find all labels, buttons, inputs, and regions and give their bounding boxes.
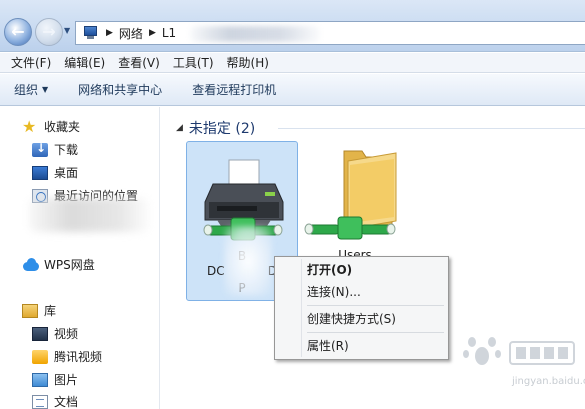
breadcrumb-separator-icon[interactable]: ▶ xyxy=(149,28,156,38)
folder-icon xyxy=(32,349,48,364)
nav-favorites-label: 收藏夹 xyxy=(44,120,81,134)
watermark-text: jingyan.baidu.com xyxy=(512,376,585,387)
desktop-icon xyxy=(32,165,48,180)
nav-library-label: 库 xyxy=(44,304,57,318)
video-library-icon xyxy=(32,326,48,341)
nav-wps-label: WPS网盘 xyxy=(44,258,95,272)
context-menu-separator xyxy=(307,332,444,333)
nav-videos[interactable]: 视频 xyxy=(32,325,78,342)
nav-favorites[interactable]: 收藏夹 xyxy=(22,117,81,136)
context-open[interactable]: 打开(O) xyxy=(277,259,446,281)
redacted-blur xyxy=(224,226,272,296)
group-divider xyxy=(278,128,585,129)
library-icon xyxy=(22,303,38,318)
address-bar[interactable]: ▶ 网络 ▶ L1 xyxy=(75,21,585,45)
menu-file[interactable]: 文件(F) xyxy=(6,54,56,71)
nav-downloads-label: 下载 xyxy=(54,143,79,157)
chevron-down-icon: ▼ xyxy=(42,85,49,94)
network-sharing-center-button[interactable]: 网络和共享中心 xyxy=(78,81,162,98)
redacted-blur xyxy=(28,198,150,232)
shared-folder-icon xyxy=(304,150,397,240)
organize-label: 组织 xyxy=(14,83,39,97)
menu-bar: 文件(F) 编辑(E) 查看(V) 工具(T) 帮助(H) xyxy=(0,53,585,73)
menu-tools[interactable]: 工具(T) xyxy=(168,54,219,71)
shared-folder-users[interactable]: Users xyxy=(300,141,410,262)
nav-desktop-label: 桌面 xyxy=(54,166,79,180)
group-title: 未指定 (2) xyxy=(188,121,256,137)
context-properties[interactable]: 属性(R) xyxy=(277,335,446,357)
network-icon xyxy=(82,26,100,40)
arrow-left-icon: ← xyxy=(11,22,25,41)
nav-videos-label: 视频 xyxy=(54,327,79,341)
breadcrumb-network[interactable]: 网络 xyxy=(119,25,143,42)
context-menu: 打开(O) 连接(N)... 创建快捷方式(S) 属性(R) xyxy=(274,256,449,360)
breadcrumb-computer[interactable]: L1 xyxy=(162,26,176,40)
breadcrumb-separator-icon[interactable]: ▶ xyxy=(106,28,113,38)
nav-pictures[interactable]: 图片 xyxy=(32,371,78,388)
nav-tencent-video[interactable]: 腾讯视频 xyxy=(32,348,102,365)
back-button[interactable]: ← xyxy=(4,18,32,46)
context-create-shortcut[interactable]: 创建快捷方式(S) xyxy=(277,308,446,330)
nav-documents[interactable]: 文档 xyxy=(32,393,78,409)
command-bar: 组织 ▼ 网络和共享中心 查看远程打印机 xyxy=(0,74,585,106)
nav-downloads[interactable]: 下载 xyxy=(32,141,78,158)
collapse-triangle-icon[interactable]: ◢ xyxy=(176,123,183,133)
context-menu-separator xyxy=(307,305,444,306)
nav-pictures-label: 图片 xyxy=(54,373,79,387)
baidu-jingyan-watermark: jingyan.baidu.com xyxy=(452,328,585,398)
organize-button[interactable]: 组织 ▼ xyxy=(14,81,48,98)
document-library-icon xyxy=(32,394,48,409)
downloads-folder-icon xyxy=(32,141,48,157)
star-icon xyxy=(22,117,38,136)
context-connect[interactable]: 连接(N)... xyxy=(277,281,446,303)
baidu-paw-logo-icon xyxy=(463,337,575,365)
arrow-right-icon: → xyxy=(42,22,56,41)
recent-pages-dropdown[interactable]: ▼ xyxy=(64,26,72,38)
nav-documents-label: 文档 xyxy=(54,395,79,409)
picture-library-icon xyxy=(32,372,48,387)
nav-desktop[interactable]: 桌面 xyxy=(32,164,78,181)
forward-button[interactable]: → xyxy=(35,18,63,46)
nav-library[interactable]: 库 xyxy=(22,302,56,319)
menu-help[interactable]: 帮助(H) xyxy=(222,54,274,71)
navigation-bar: ← → ▼ ▶ 网络 ▶ L1 xyxy=(0,0,585,52)
nav-wps-cloud[interactable]: WPS网盘 xyxy=(22,256,95,273)
nav-tencent-label: 腾讯视频 xyxy=(54,350,103,364)
cloud-icon xyxy=(22,257,39,272)
menu-edit[interactable]: 编辑(E) xyxy=(59,54,110,71)
menu-view[interactable]: 查看(V) xyxy=(113,54,165,71)
view-remote-printers-button[interactable]: 查看远程打印机 xyxy=(192,81,276,98)
group-header-unspecified[interactable]: ◢ 未指定 (2) xyxy=(176,118,255,138)
redacted-blur xyxy=(190,26,320,42)
